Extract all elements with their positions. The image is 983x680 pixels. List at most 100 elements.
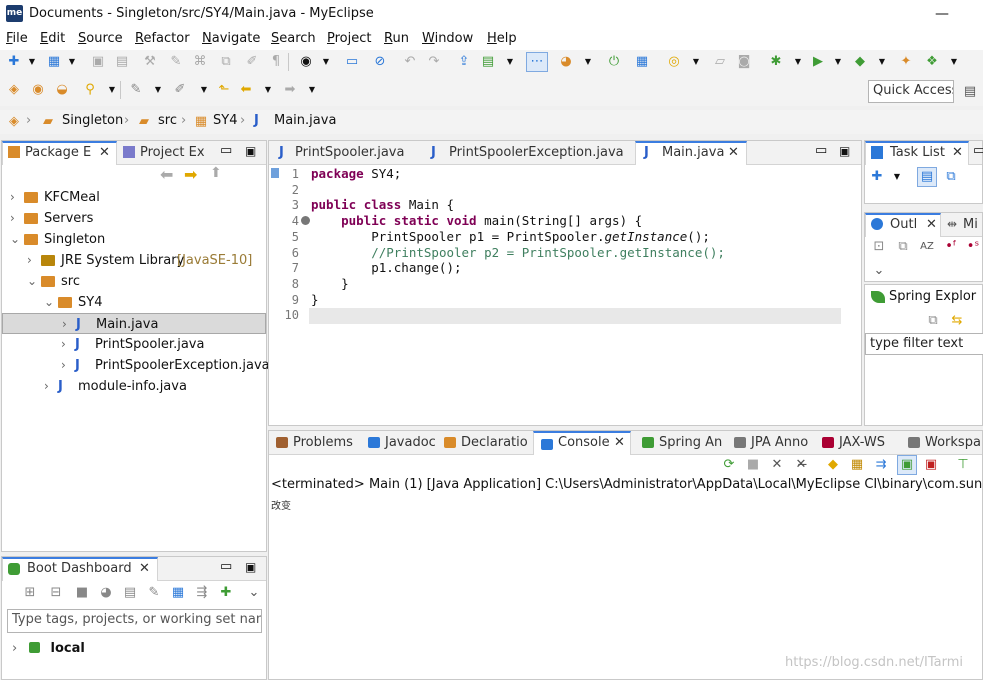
power-icon[interactable]: ⏻	[606, 54, 622, 70]
chevron-right-icon[interactable]: ›	[10, 187, 15, 208]
tab-console[interactable]: Console ✕	[533, 431, 631, 455]
close-icon[interactable]: ✕	[614, 433, 625, 453]
search-icon[interactable]: ⚲	[82, 82, 98, 98]
dropdown-arrow-icon[interactable]: ▼	[874, 54, 890, 70]
collapse-all-icon[interactable]: ⧉	[925, 313, 941, 329]
code-line[interactable]: p1.change();	[311, 260, 461, 276]
menu-search[interactable]: Search	[271, 31, 316, 46]
tree-row[interactable]: › J PrintSpoolerException.java	[2, 355, 270, 376]
tree-row[interactable]: › J Main.java	[2, 313, 266, 334]
save-icon[interactable]: ▣	[90, 54, 106, 70]
tree-row[interactable]: › JRE System Library [JavaSE-10]	[2, 250, 266, 271]
code-line[interactable]: package SY4;	[311, 166, 401, 182]
dropdown-arrow-icon[interactable]: ▼	[580, 54, 596, 70]
pencil-icon[interactable]: ✎	[168, 54, 184, 70]
chevron-right-icon[interactable]: ›	[10, 208, 15, 229]
menu-file[interactable]: File	[6, 31, 28, 46]
minimize-icon[interactable]: ▭	[220, 143, 232, 158]
dropdown-arrow-icon[interactable]: ▼	[502, 54, 518, 70]
tree-row[interactable]: ⌄ SY4	[2, 292, 266, 313]
code-line[interactable]: }	[311, 292, 319, 308]
breadcrumb-item[interactable]: SY4	[213, 113, 237, 128]
server-icon[interactable]: ▤	[480, 54, 496, 70]
close-icon[interactable]: ✕	[99, 143, 110, 163]
show-stdout-icon[interactable]: ▣	[897, 455, 917, 475]
new-task-icon[interactable]: ✚	[869, 169, 885, 185]
new-server-icon[interactable]: ✦	[898, 54, 914, 70]
dropdown-arrow-icon[interactable]: ▼	[946, 54, 962, 70]
pilcrow-icon[interactable]: ¶	[268, 54, 284, 70]
maximize-icon[interactable]: ▣	[245, 560, 256, 574]
menu-source[interactable]: Source	[78, 31, 123, 46]
view-menu-icon[interactable]: ⬆	[210, 165, 222, 181]
chevron-down-icon[interactable]: ⌄	[10, 229, 20, 250]
stop-icon[interactable]: ■	[745, 457, 761, 473]
alpha-sort-icon[interactable]: AZ	[919, 239, 935, 255]
code-line[interactable]: //PrintSpooler p2 = PrintSpooler.getInst…	[311, 245, 725, 261]
sort-icon[interactable]: ⊡	[871, 239, 887, 255]
toggle-icon[interactable]: ⧉	[218, 54, 234, 70]
tab-jpa-anno[interactable]: JPA Anno	[727, 431, 808, 455]
dropdown-arrow-icon[interactable]: ▼	[318, 54, 334, 70]
spring-new-icon[interactable]: ❖	[924, 54, 940, 70]
monitor-icon[interactable]: ▭	[344, 54, 360, 70]
camera-icon[interactable]: ◙	[736, 54, 752, 70]
console-icon[interactable]: ▤	[122, 585, 138, 601]
close-icon[interactable]: ✕	[926, 215, 937, 235]
menu-help[interactable]: Help	[487, 31, 517, 46]
chevron-right-icon[interactable]: ›	[44, 376, 49, 397]
edit-icon[interactable]: ✐	[244, 54, 260, 70]
menu-run[interactable]: Run	[384, 31, 409, 46]
forward-icon[interactable]: ➡	[282, 82, 298, 98]
stop-icon[interactable]: ■	[74, 585, 90, 601]
open-type-icon[interactable]: ◉	[30, 82, 46, 98]
dropdown-arrow-icon[interactable]: ▼	[260, 82, 276, 98]
chevron-down-icon[interactable]: ⌄	[871, 263, 887, 279]
annotation-icon[interactable]: ✎	[128, 82, 144, 98]
no-entry-icon[interactable]: ⊘	[372, 54, 388, 70]
dropdown-arrow-icon[interactable]: ▼	[889, 169, 905, 185]
tab-workspa[interactable]: Workspa	[901, 431, 981, 455]
chevron-down-icon[interactable]: ⌄	[27, 271, 37, 292]
expand-icon[interactable]: ›	[12, 641, 17, 656]
word-wrap-icon[interactable]: ⇉	[873, 457, 889, 473]
tree-row[interactable]: › Servers	[2, 208, 266, 229]
tab-jax-ws[interactable]: JAX-WS	[815, 431, 885, 455]
chevron-right-icon[interactable]: ›	[61, 334, 66, 355]
maximize-icon[interactable]: ▣	[245, 144, 256, 158]
scroll-lock-icon[interactable]: ▦	[849, 457, 865, 473]
code-line[interactable]: }	[311, 276, 349, 292]
globe-icon[interactable]: ◉	[298, 54, 314, 70]
open-resource-icon[interactable]: ◒	[54, 82, 70, 98]
debug-icon[interactable]: ✱	[768, 54, 784, 70]
chevron-down-icon[interactable]: ⌄	[246, 585, 262, 601]
dropdown-arrow-icon[interactable]: ▼	[196, 82, 212, 98]
tab-javadoc[interactable]: Javadoc	[361, 431, 436, 455]
deploy-icon[interactable]: ⇪	[456, 54, 472, 70]
breadcrumb-item[interactable]: Singleton	[62, 113, 123, 128]
tab-printspoolerexception[interactable]: J PrintSpoolerException.java	[425, 141, 624, 165]
debug-restart-icon[interactable]: ⊟	[48, 585, 64, 601]
new-icon[interactable]: ✚	[6, 54, 22, 70]
code-line[interactable]: PrintSpooler p1 = PrintSpooler.getInstan…	[311, 229, 710, 245]
close-icon[interactable]: ✕	[139, 559, 150, 579]
coverage-icon[interactable]: ◆	[852, 54, 868, 70]
console-output[interactable]: 改变	[271, 497, 291, 512]
select-icon[interactable]: ⌘	[192, 54, 208, 70]
close-icon[interactable]: ✕	[952, 143, 963, 163]
annotation-next-icon[interactable]: ✐	[172, 82, 188, 98]
menu-navigate[interactable]: Navigate	[202, 31, 260, 46]
back-icon[interactable]: ⬅	[238, 82, 254, 98]
package-icon[interactable]: ◈	[6, 82, 22, 98]
palette-icon[interactable]: ◕	[558, 54, 574, 70]
scheduled-icon[interactable]: ⧉	[943, 169, 959, 185]
tree-row[interactable]: › J PrintSpooler.java	[2, 334, 266, 355]
boot-filter-input[interactable]: Type tags, projects, or working set name	[7, 609, 262, 633]
more-icon[interactable]: ▭	[973, 143, 983, 158]
tab-spring-an[interactable]: Spring An	[635, 431, 722, 455]
tree-row[interactable]: › Jmodule-info.java	[2, 376, 266, 397]
dropdown-arrow-icon[interactable]: ▼	[790, 54, 806, 70]
chevron-right-icon[interactable]: ›	[62, 314, 67, 335]
fold-collapse-icon[interactable]	[301, 216, 310, 226]
remove-launch-icon[interactable]: ✕	[769, 457, 785, 473]
